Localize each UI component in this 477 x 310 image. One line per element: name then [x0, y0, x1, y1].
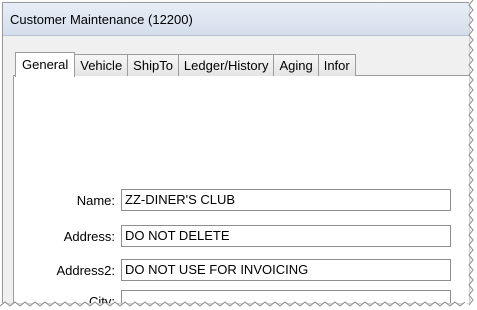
tab-strip: General Vehicle ShipTo Ledger/History Ag…: [15, 52, 356, 77]
address2-field[interactable]: DO NOT USE FOR INVOICING: [121, 259, 451, 281]
tab-general[interactable]: General: [15, 52, 76, 77]
torn-edge-bottom: [0, 301, 477, 310]
address-label: Address:: [63, 229, 115, 244]
address2-label: Address2:: [56, 263, 115, 278]
tab-ledger-history[interactable]: Ledger/History: [177, 54, 275, 76]
window-title: Customer Maintenance (12200): [10, 12, 193, 27]
tab-vehicle[interactable]: Vehicle: [74, 54, 129, 76]
name-field[interactable]: ZZ-DINER'S CLUB: [121, 189, 451, 211]
name-label: Name:: [76, 193, 115, 208]
address-row: Address: DO NOT DELETE: [3, 225, 469, 247]
address-field[interactable]: DO NOT DELETE: [121, 225, 451, 247]
customer-maintenance-window: Customer Maintenance (12200) General Veh…: [2, 2, 469, 303]
title-bar[interactable]: Customer Maintenance (12200): [3, 3, 469, 36]
tab-information[interactable]: Infor: [317, 54, 356, 76]
address2-row: Address2: DO NOT USE FOR INVOICING: [3, 259, 469, 281]
tab-aging[interactable]: Aging: [273, 54, 319, 76]
tab-shipto[interactable]: ShipTo: [127, 54, 179, 76]
name-row: Name: ZZ-DINER'S CLUB: [3, 189, 469, 211]
torn-edge-right: [468, 0, 477, 310]
